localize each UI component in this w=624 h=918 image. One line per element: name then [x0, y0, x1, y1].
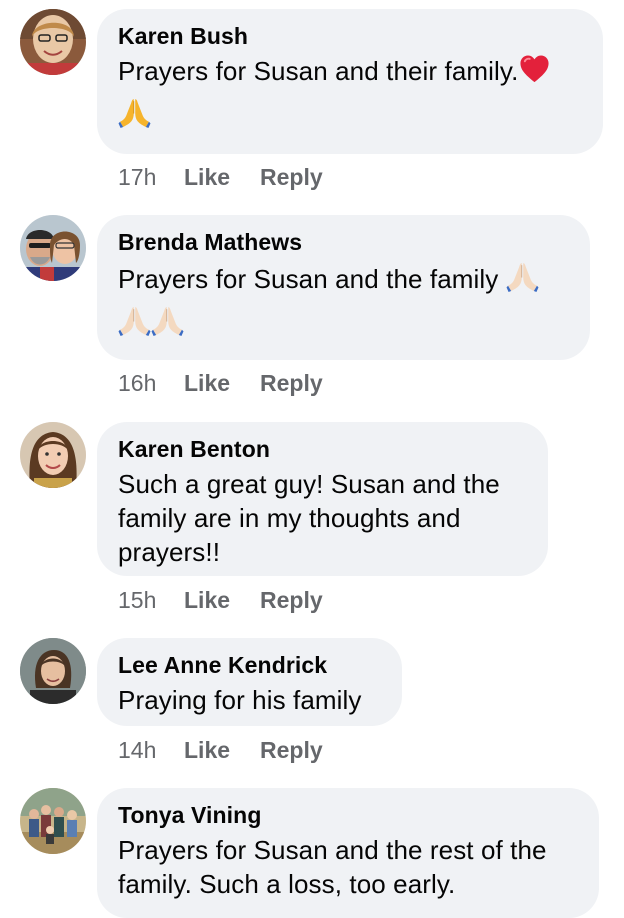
reply-button[interactable]: Reply — [260, 585, 323, 615]
comment-actions: 15h Like Reply — [118, 585, 323, 615]
comment-timestamp[interactable]: 17h — [118, 162, 184, 192]
like-button[interactable]: Like — [184, 368, 260, 398]
avatar-photo — [20, 9, 86, 75]
comment-bubble: Brenda Mathews Prayers for Susan and the… — [97, 215, 590, 360]
comment-text: Such a great guy! Susan and the family a… — [118, 469, 500, 567]
avatar-photo — [20, 638, 86, 704]
reply-button[interactable]: Reply — [260, 735, 323, 765]
like-button[interactable]: Like — [184, 735, 260, 765]
avatar[interactable] — [20, 638, 86, 704]
comment-bubble: Tonya Vining Prayers for Susan and the r… — [97, 788, 599, 918]
comment-actions: 17h Like Reply — [118, 162, 323, 192]
reply-button[interactable]: Reply — [260, 162, 323, 192]
comment-author[interactable]: Karen Bush — [118, 21, 583, 51]
avatar[interactable] — [20, 9, 86, 75]
comment-text: Prayers for Susan and the family — [118, 260, 570, 345]
comment-bubble: Karen Bush Prayers for Susan and their f… — [97, 9, 603, 154]
comment-bubble: Karen Benton Such a great guy! Susan and… — [97, 422, 548, 576]
avatar[interactable] — [20, 422, 86, 488]
folded-hands-icon — [151, 304, 184, 337]
comment-author[interactable]: Brenda Mathews — [118, 227, 570, 257]
folded-hands-icon — [506, 260, 539, 293]
comment-actions: 14h Like Reply — [118, 735, 323, 765]
folded-hands-icon — [118, 96, 151, 129]
comment-text-body: Prayers for Susan and their family. — [118, 56, 519, 86]
like-button[interactable]: Like — [184, 162, 260, 192]
avatar-photo — [20, 422, 86, 488]
comment-timestamp[interactable]: 16h — [118, 368, 184, 398]
comment-bubble: Lee Anne Kendrick Praying for his family — [97, 638, 402, 726]
comment-author[interactable]: Tonya Vining — [118, 800, 579, 830]
comment-text: Praying for his family — [118, 685, 362, 715]
avatar-photo — [20, 215, 86, 281]
avatar[interactable] — [20, 788, 86, 854]
comment-timestamp[interactable]: 15h — [118, 585, 184, 615]
comment-actions: 16h Like Reply — [118, 368, 323, 398]
comment-text: Prayers for Susan and their family. — [118, 54, 583, 137]
folded-hands-icon — [118, 304, 151, 337]
red-heart-icon — [519, 54, 550, 85]
comment-author[interactable]: Lee Anne Kendrick — [118, 650, 382, 680]
comment-text-body: Prayers for Susan and the family — [118, 264, 499, 294]
like-button[interactable]: Like — [184, 585, 260, 615]
comment-author[interactable]: Karen Benton — [118, 434, 528, 464]
comment-timestamp[interactable]: 14h — [118, 735, 184, 765]
avatar-photo — [20, 788, 86, 854]
reply-button[interactable]: Reply — [260, 368, 323, 398]
avatar[interactable] — [20, 215, 86, 281]
comment-text: Prayers for Susan and the rest of the fa… — [118, 835, 547, 899]
